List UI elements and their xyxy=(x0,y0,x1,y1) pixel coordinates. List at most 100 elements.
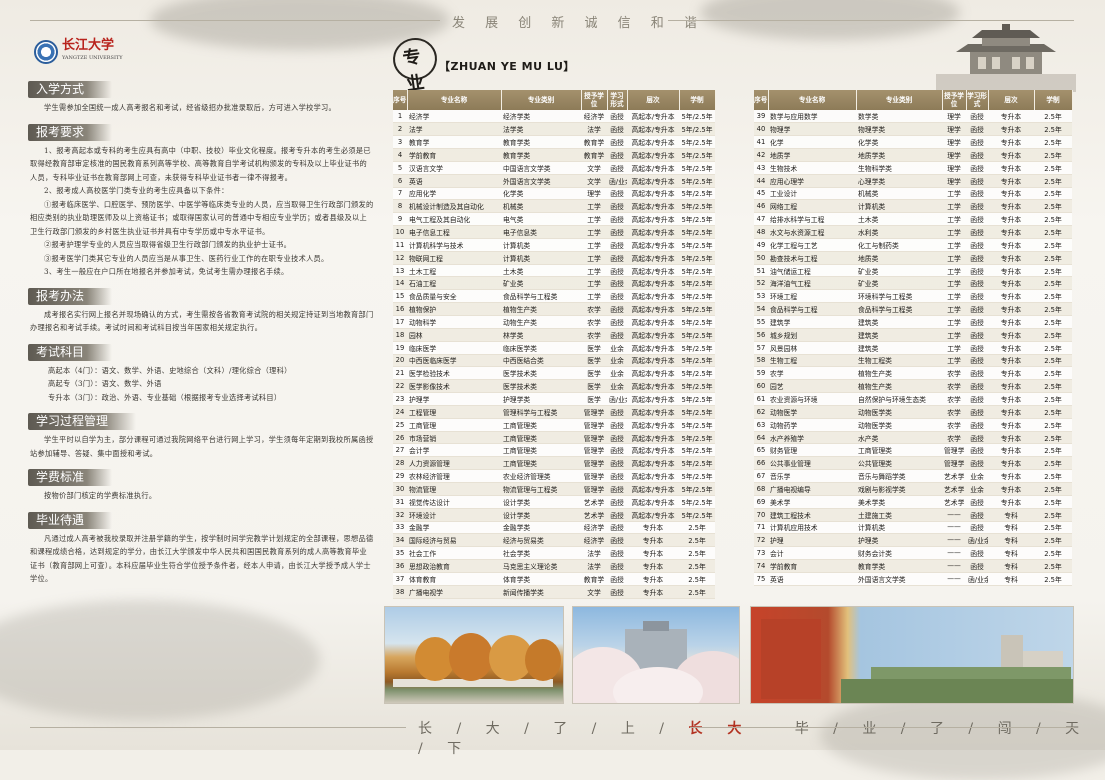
table-cell: 工学 xyxy=(581,251,607,265)
table-cell: 教育学类 xyxy=(501,135,581,150)
table-cell: 园林 xyxy=(407,328,501,342)
table-cell: 函授 xyxy=(607,315,627,329)
table-cell: 函授 xyxy=(607,187,627,201)
table-cell: 物理学类 xyxy=(856,122,942,137)
table-cell: 园艺 xyxy=(768,379,856,394)
table-cell: 17 xyxy=(393,315,407,329)
pagoda-illustration xyxy=(936,24,1076,92)
table-cell: 专升本 xyxy=(988,341,1034,355)
table-cell: 专升本 xyxy=(988,251,1034,265)
table-cell: 专升本 xyxy=(988,264,1034,278)
table-row: 5 汉语言文学 中国语言文学类 文学 函授 高起本/专升本 5年/2.5年 xyxy=(393,161,715,175)
table-cell: 39 xyxy=(754,110,768,124)
table-cell: 函授 xyxy=(607,264,627,278)
table-cell: 53 xyxy=(754,289,768,304)
table-cell: 函/业余 xyxy=(607,392,627,406)
table-row: 67 音乐学 音乐与舞蹈学类 艺术学 业余 专升本 2.5年 xyxy=(754,469,1072,483)
table-cell: 专升本 xyxy=(988,392,1034,406)
table-cell: 业余 xyxy=(607,341,627,355)
ink-mountain-bg xyxy=(0,600,320,720)
table-cell: 专升本 xyxy=(627,521,679,535)
section-text: 学生平时以自学为主，部分课程可通过我院网络平台进行网上学习，学生须每年定期到我校… xyxy=(30,435,374,458)
table-cell: 函授 xyxy=(607,521,627,535)
table-cell: 会计学 xyxy=(407,443,501,458)
table-cell: 戏剧与影视学类 xyxy=(856,482,942,496)
table-cell: 函授 xyxy=(607,431,627,445)
table-cell: 高起本/专升本 xyxy=(627,302,679,316)
table-cell: 石油工程 xyxy=(407,276,501,291)
table-cell: 高起本/专升本 xyxy=(627,482,679,496)
section-method: 报考办法 成考报名实行网上报名并现场确认的方式，考生需按各省教育考试院的相关规定… xyxy=(28,285,374,335)
table-cell: 5年/2.5年 xyxy=(679,161,715,175)
table-cell: 工学 xyxy=(581,199,607,214)
table-row: 17 动物科学 动物生产类 农学 函授 高起本/专升本 5年/2.5年 xyxy=(393,315,715,329)
table-cell: 高起本/专升本 xyxy=(627,199,679,214)
table-cell: 5年/2.5年 xyxy=(679,508,715,522)
table-cell: 函授 xyxy=(966,122,988,137)
table-cell: 2.5年 xyxy=(679,533,715,548)
table-cell: 农学 xyxy=(942,418,966,432)
table-cell: 65 xyxy=(754,443,768,458)
table-row: 39 数学与应用数学 数学类 理学 函授 专升本 2.5年 xyxy=(754,110,1072,124)
table-cell: 高起本/专升本 xyxy=(627,315,679,329)
table-cell: 工学 xyxy=(942,251,966,265)
table-cell: 管理学 xyxy=(581,443,607,458)
column-header: 专业名称 xyxy=(768,90,857,110)
table-cell: 财务会计类 xyxy=(856,546,942,561)
table-cell: 外国语言文学类 xyxy=(501,174,581,188)
table-cell: 函授 xyxy=(966,431,988,445)
table-cell: 水文与水资源工程 xyxy=(768,225,856,239)
table-cell: 计算机类 xyxy=(501,238,581,252)
table-cell: 给排水科学与工程 xyxy=(768,212,856,227)
table-cell: 71 xyxy=(754,521,768,535)
table-cell: 函授 xyxy=(966,251,988,265)
table-cell: 汉语言文学 xyxy=(407,161,501,175)
table-cell: 2.5年 xyxy=(1034,328,1072,342)
table-cell: 计算机类 xyxy=(856,521,942,535)
table-row: 37 体育教育 体育学类 教育学 函授 专升本 2.5年 xyxy=(393,572,715,586)
table-cell: 5年/2.5年 xyxy=(679,110,715,124)
table-cell: 34 xyxy=(393,533,407,548)
table-cell: 艺术学 xyxy=(942,482,966,496)
table-cell: 风景园林 xyxy=(768,341,856,355)
table-cell: 高起本/专升本 xyxy=(627,276,679,291)
table-cell: 建筑类 xyxy=(856,328,942,342)
table-cell: 人力资源管理 xyxy=(407,456,501,471)
table-cell: 5年/2.5年 xyxy=(679,431,715,445)
table-cell: 农学 xyxy=(942,405,966,419)
table-cell: 2.5年 xyxy=(1034,443,1072,458)
table-cell: 理学 xyxy=(581,187,607,201)
table-cell: 63 xyxy=(754,418,768,432)
table-cell: 理学 xyxy=(942,161,966,175)
table-cell: 59 xyxy=(754,366,768,381)
table-cell: 工商管理类 xyxy=(501,418,581,432)
table-cell: 生物技术 xyxy=(768,161,856,175)
table-row: 27 会计学 工商管理类 管理学 函授 高起本/专升本 5年/2.5年 xyxy=(393,443,715,458)
table-cell: 医学技术类 xyxy=(501,379,581,394)
table-cell: 函授 xyxy=(966,341,988,355)
table-body: 1 经济学 经济学类 经济学 函授 高起本/专升本 5年/2.5年 2 法学 法学类 法学 函授 高起本… xyxy=(393,110,715,599)
column-header: 专业名称 xyxy=(407,90,502,110)
table-cell: 新闻传播学类 xyxy=(501,585,581,599)
table-cell: 函授 xyxy=(966,225,988,239)
table-cell: 中西医结合类 xyxy=(501,354,581,368)
table-cell: 75 xyxy=(754,572,768,586)
column-header: 序号 xyxy=(754,90,769,110)
table-cell: 5年/2.5年 xyxy=(679,469,715,483)
table-cell: 21 xyxy=(393,366,407,381)
table-cell: 工学 xyxy=(942,264,966,278)
table-row: 22 医学影像技术 医学技术类 医学 业余 高起本/专升本 5年/2.5年 xyxy=(393,379,715,394)
top-divider xyxy=(30,20,440,21)
table-cell: 经济学类 xyxy=(501,110,581,124)
table-cell: 医学 xyxy=(581,392,607,406)
bottom-slogan-highlight: 长 大 xyxy=(688,721,752,737)
table-cell: 设计学类 xyxy=(501,508,581,522)
column-header: 专业类别 xyxy=(501,90,582,110)
table-cell: 专升本 xyxy=(988,366,1034,381)
table-cell: 2.5年 xyxy=(1034,161,1072,175)
table-row: 12 物联网工程 计算机类 工学 函授 高起本/专升本 5年/2.5年 xyxy=(393,251,715,265)
table-cell: 计算机类 xyxy=(501,251,581,265)
table-cell: 文学 xyxy=(581,174,607,188)
bottom-divider xyxy=(30,727,406,728)
table-cell: 函授 xyxy=(607,572,627,586)
